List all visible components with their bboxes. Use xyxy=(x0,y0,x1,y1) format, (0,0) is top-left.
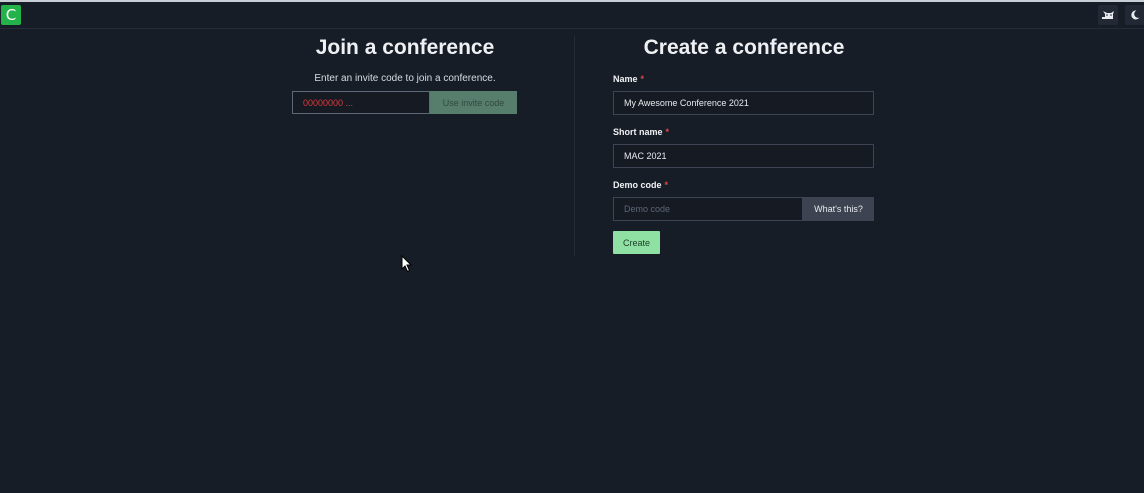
required-marker: * xyxy=(640,74,645,84)
create-conference-title: Create a conference xyxy=(643,36,845,59)
name-field[interactable]: My Awesome Conference 2021 xyxy=(613,91,874,115)
create-button[interactable]: Create xyxy=(613,231,660,254)
section-divider xyxy=(574,36,575,256)
moon-icon[interactable] xyxy=(1125,5,1144,25)
whats-this-button[interactable]: What's this? xyxy=(803,197,874,221)
logo-icon[interactable]: C xyxy=(1,5,21,25)
cat-icon[interactable] xyxy=(1098,5,1118,25)
invite-code-group: Use invite code xyxy=(292,91,517,114)
short-name-label: Short name * xyxy=(613,127,669,137)
join-conference-title: Join a conference xyxy=(315,36,495,59)
demo-code-group: What's this? xyxy=(613,197,874,221)
demo-code-input[interactable] xyxy=(613,197,803,221)
short-name-label-text: Short name xyxy=(613,127,663,137)
moon-icon-graphic xyxy=(1131,10,1140,20)
required-marker: * xyxy=(664,180,669,190)
use-invite-code-button[interactable]: Use invite code xyxy=(430,91,517,114)
join-conference-description: Enter an invite code to join a conferenc… xyxy=(314,73,496,84)
required-marker: * xyxy=(665,127,670,137)
name-label: Name * xyxy=(613,74,644,84)
cat-icon-graphic xyxy=(1102,11,1114,19)
short-name-field[interactable]: MAC 2021 xyxy=(613,144,874,168)
demo-code-label: Demo code * xyxy=(613,180,668,190)
invite-code-input[interactable] xyxy=(292,91,430,114)
name-label-text: Name xyxy=(613,74,638,84)
demo-code-label-text: Demo code xyxy=(613,180,662,190)
mouse-cursor-icon xyxy=(401,254,413,278)
top-bar: C xyxy=(0,0,1144,29)
